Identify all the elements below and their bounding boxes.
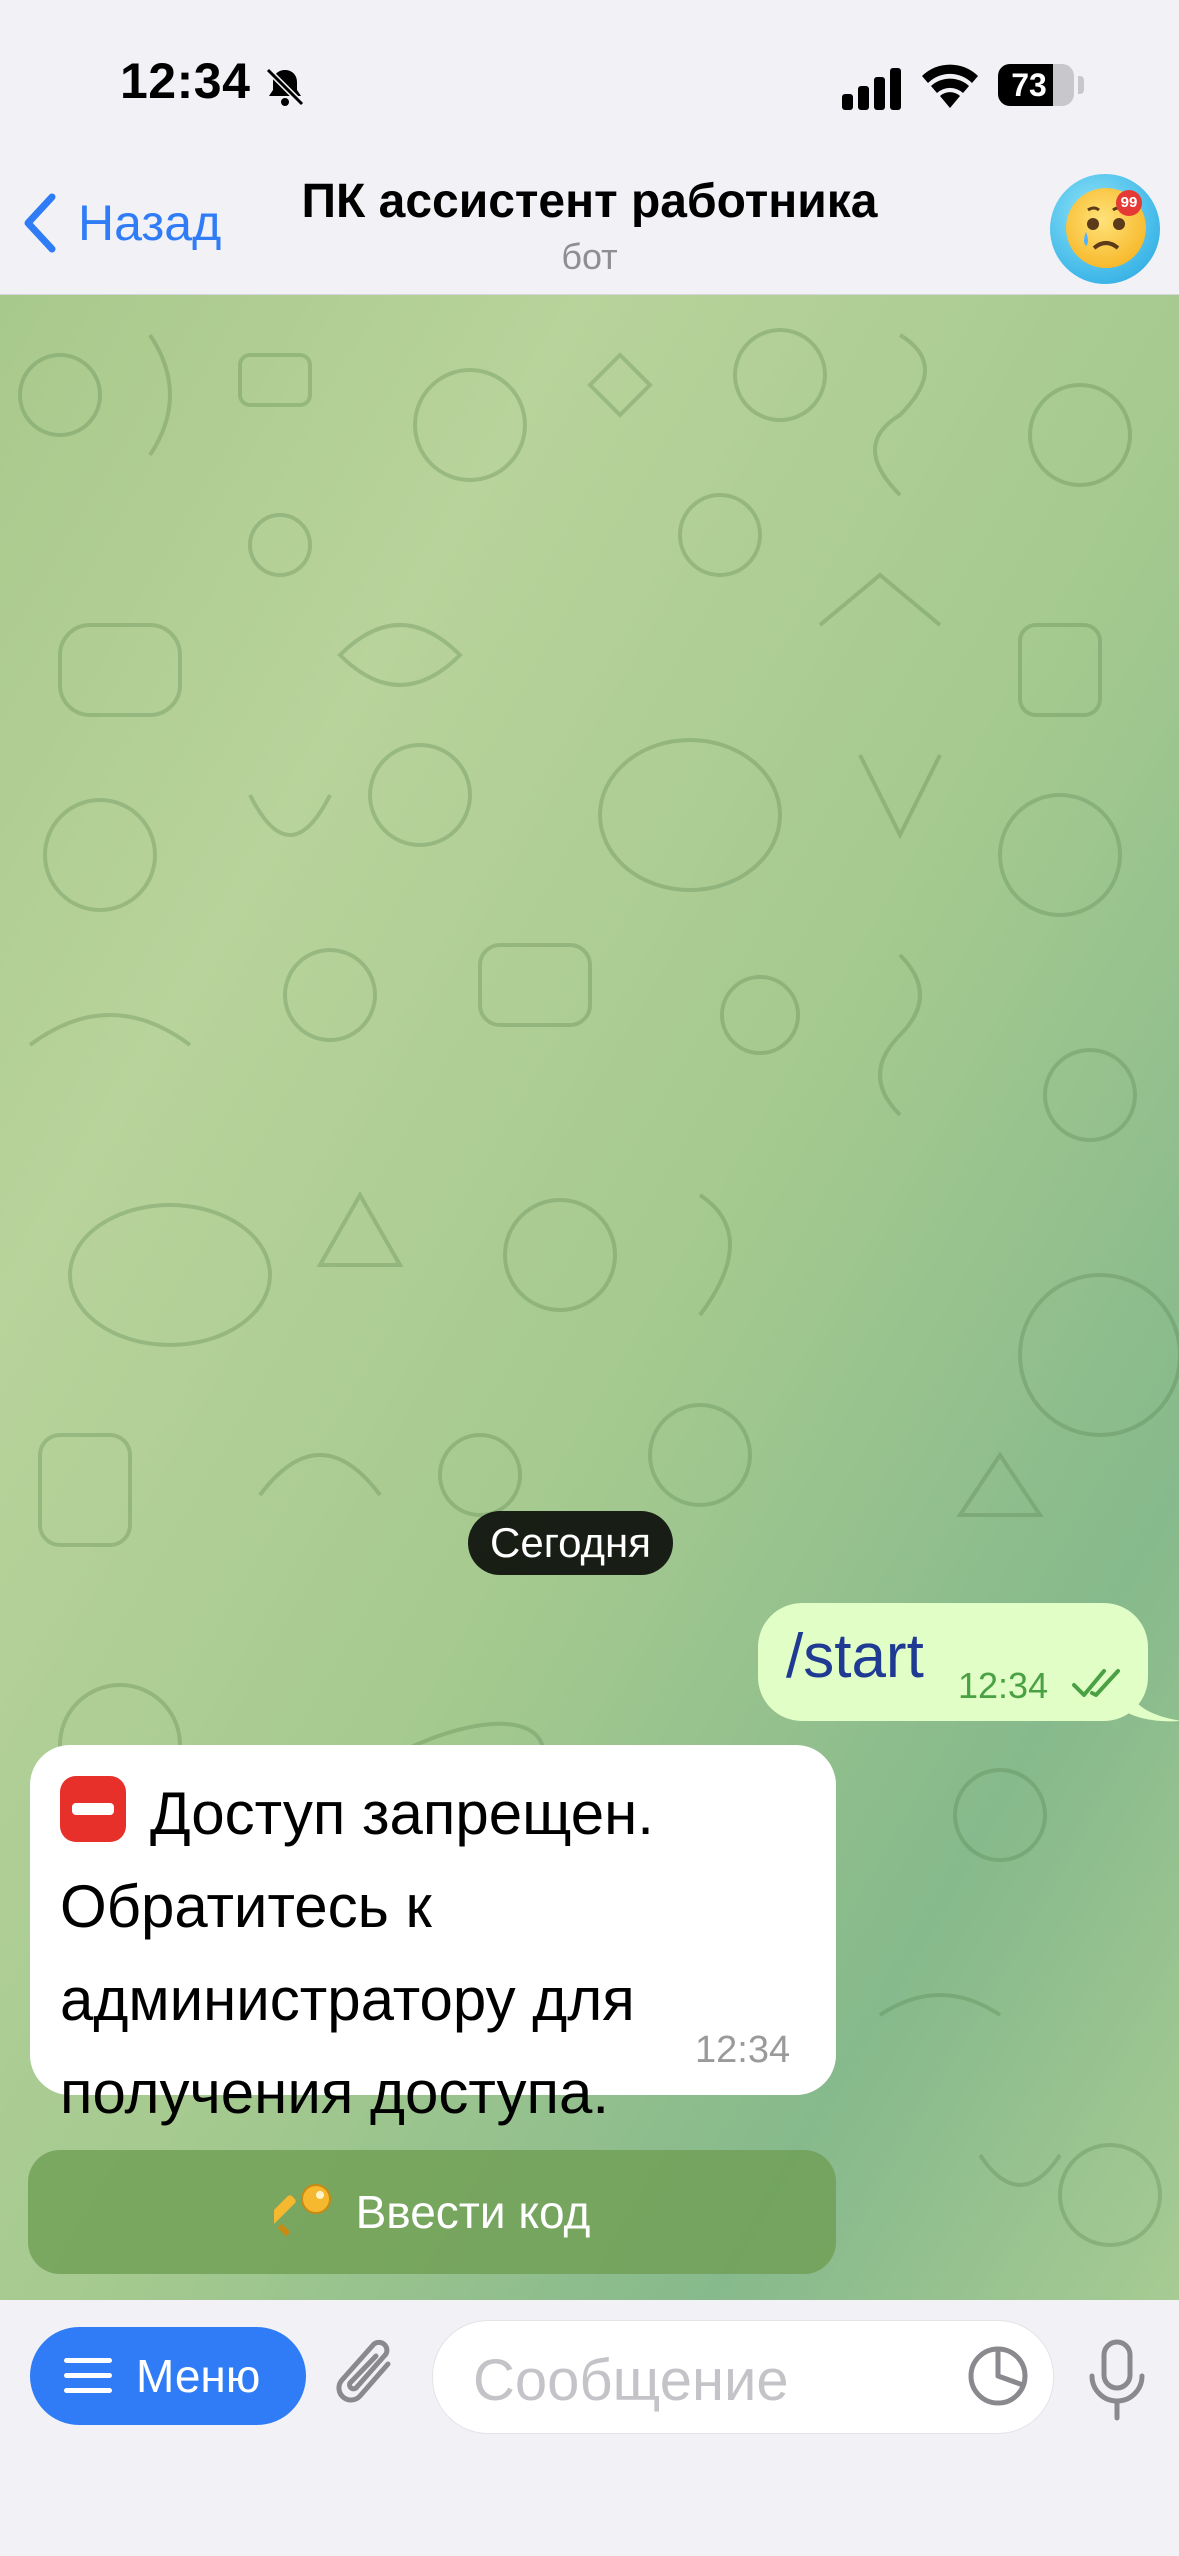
message-time: 12:34 (958, 1665, 1049, 1706)
bell-muted-icon (265, 67, 305, 107)
status-bar: 12:34 73 (0, 0, 1179, 150)
message-input[interactable]: Сообщение (432, 2320, 1054, 2434)
telegram-chat-screen: 12:34 73 Назад ПК ассистент работника бо… (0, 0, 1179, 2556)
sticker-icon[interactable] (967, 2345, 1029, 2407)
bot-avatar[interactable]: 99 (1050, 174, 1160, 284)
message-text: /start (786, 1622, 924, 1691)
paperclip-icon[interactable] (330, 2334, 406, 2418)
hamburger-menu-icon (64, 2358, 112, 2393)
wifi-icon (922, 64, 978, 108)
key-icon (273, 2184, 331, 2237)
date-separator: Сегодня (468, 1511, 673, 1575)
bubble-tail (1128, 1683, 1179, 1722)
microphone-icon[interactable] (1082, 2338, 1152, 2422)
battery-percent: 73 (1011, 67, 1047, 103)
message-input-bar: Меню Сообщение (0, 2300, 1179, 2556)
message-body: Доступ запрещен. Обратитесь к администра… (60, 1767, 780, 2139)
message-time: 12:34 (695, 2029, 791, 2071)
bot-menu-button[interactable]: Меню (30, 2327, 306, 2425)
chat-messages-area[interactable]: Сегодня /start 12:34 Доступ запрещен. Об… (0, 295, 1179, 2300)
battery-nub (1078, 76, 1084, 94)
chat-title[interactable]: ПК ассистент работника (0, 174, 1179, 229)
incoming-message[interactable]: Доступ запрещен. Обратитесь к администра… (30, 1745, 836, 2126)
notification-badge: 99 (1116, 190, 1142, 216)
cellular-signal-icon (842, 68, 901, 110)
status-time: 12:34 (120, 53, 251, 109)
message-placeholder: Сообщение (473, 2348, 789, 2413)
menu-label: Меню (136, 2350, 261, 2402)
battery-indicator: 73 (998, 64, 1074, 106)
outgoing-message[interactable]: /start 12:34 (758, 1603, 1148, 1721)
enter-code-button[interactable]: Ввести код (28, 2150, 836, 2274)
message-text: Доступ запрещен. Обратитесь к администра… (60, 1780, 654, 2126)
enter-code-label: Ввести код (355, 2186, 591, 2238)
no-entry-icon (60, 1776, 126, 1842)
chat-header: Назад ПК ассистент работника бот 99 (0, 150, 1179, 295)
chat-subtitle: бот (561, 236, 618, 277)
double-check-icon (1072, 1669, 1120, 1697)
